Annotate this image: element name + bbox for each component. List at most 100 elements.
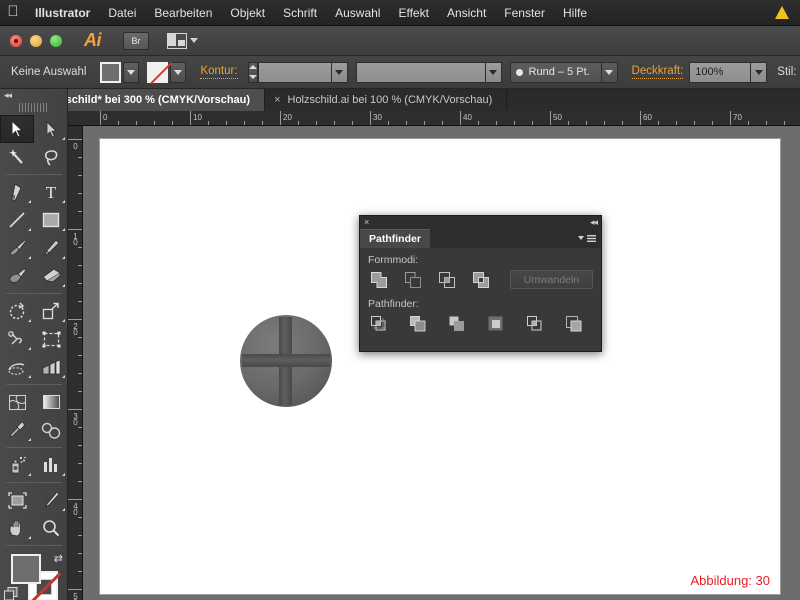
intersect-button[interactable]	[436, 270, 458, 289]
lasso-tool[interactable]	[34, 143, 68, 171]
maximize-window-button[interactable]	[50, 34, 62, 47]
ruler-label: 60	[643, 113, 652, 122]
stepper-down-icon[interactable]	[248, 74, 257, 79]
mesh-tool[interactable]	[0, 388, 34, 416]
panel-menu-button[interactable]	[578, 229, 601, 248]
bridge-button[interactable]: Br	[123, 31, 149, 50]
deckkraft-label[interactable]: Deckkraft:	[631, 65, 684, 79]
apple-logo-icon[interactable]: 	[0, 4, 26, 21]
minimize-window-button[interactable]	[30, 34, 42, 47]
ruler-minor-tick	[694, 121, 695, 125]
rectangle-tool[interactable]	[34, 206, 68, 234]
selection-tool[interactable]	[0, 115, 34, 143]
type-tool[interactable]: T	[34, 178, 68, 206]
zoom-tool[interactable]	[34, 514, 68, 542]
toolbox-grip[interactable]	[18, 103, 49, 112]
blend-tool[interactable]	[34, 416, 68, 444]
stroke-weight-stepper[interactable]	[247, 61, 258, 83]
stroke-swatch-none[interactable]	[147, 61, 169, 83]
arrange-documents-button[interactable]	[167, 32, 198, 49]
stroke-profile-dropdown[interactable]	[485, 61, 502, 83]
menu-item-objekt[interactable]: Objekt	[221, 0, 274, 26]
kontur-label[interactable]: Kontur:	[200, 65, 238, 79]
fill-swatch[interactable]	[100, 61, 122, 83]
collapse-panel-icon[interactable]: ◂◂	[590, 217, 598, 228]
brush-definition-field[interactable]: Rund – 5 Pt.	[509, 61, 602, 83]
toolbox-collapse-button[interactable]: ◂◂	[0, 89, 67, 102]
menu-item-ansicht[interactable]: Ansicht	[438, 0, 495, 26]
column-graph-tool[interactable]	[34, 451, 68, 479]
divide-button[interactable]	[368, 314, 390, 333]
line-segment-tool[interactable]	[0, 206, 34, 234]
hand-tool[interactable]	[0, 514, 34, 542]
default-fill-stroke-icon[interactable]	[4, 587, 18, 600]
tab-pathfinder[interactable]: Pathfinder	[360, 229, 430, 248]
gradient-tool[interactable]	[34, 388, 68, 416]
stroke-control[interactable]	[147, 61, 187, 83]
direct-selection-tool[interactable]	[34, 115, 68, 143]
width-tool[interactable]	[0, 325, 34, 353]
eraser-tool[interactable]	[34, 262, 68, 290]
unite-button[interactable]	[368, 270, 390, 289]
pen-tool[interactable]	[0, 178, 34, 206]
menu-item-effekt[interactable]: Effekt	[389, 0, 437, 26]
swap-fill-stroke-icon[interactable]: ⇄	[54, 552, 63, 565]
fill-dropdown-button[interactable]	[123, 61, 140, 83]
vertical-ruler[interactable]: 0 10 20 30 40 50	[68, 126, 83, 600]
menu-item-hilfe[interactable]: Hilfe	[554, 0, 596, 26]
canvas-area[interactable]: 01020304050607080 01020304050	[68, 111, 800, 600]
ruler-minor-tick	[78, 463, 82, 464]
document-tab-holzschild-100[interactable]: × Holzschild.ai bei 100 % (CMYK/Vorschau…	[265, 89, 508, 111]
brush-definition-dropdown[interactable]	[601, 61, 618, 83]
paintbrush-tool[interactable]	[0, 234, 34, 262]
artboard-tool[interactable]	[0, 486, 34, 514]
outline-button[interactable]	[524, 314, 546, 333]
opacity-dropdown[interactable]	[751, 61, 768, 83]
minus-front-button[interactable]	[402, 270, 424, 289]
close-icon[interactable]: ×	[364, 218, 369, 227]
shape-builder-tool[interactable]	[0, 353, 34, 381]
fill-control[interactable]	[100, 61, 140, 83]
stroke-weight-dropdown[interactable]	[331, 61, 348, 83]
menu-item-bearbeiten[interactable]: Bearbeiten	[145, 0, 221, 26]
pencil-tool[interactable]	[34, 234, 68, 262]
pathfinder-panel[interactable]: × ◂◂ Pathfinder Formmodi: Umwandeln Path…	[359, 215, 602, 352]
pathfinder-title-bar[interactable]: × ◂◂	[360, 216, 601, 229]
ruler-minor-tick	[586, 121, 587, 125]
trim-button[interactable]	[407, 314, 429, 333]
menu-item-illustrator[interactable]: Illustrator	[26, 0, 99, 26]
artboard[interactable]: Abbildung: 30	[100, 139, 780, 594]
ruler-minor-tick	[604, 121, 605, 125]
free-transform-tool[interactable]	[34, 325, 68, 353]
chevron-down-icon	[605, 69, 614, 75]
menu-item-datei[interactable]: Datei	[99, 0, 145, 26]
symbol-sprayer-tool[interactable]	[0, 451, 34, 479]
crop-button[interactable]	[485, 314, 507, 333]
stepper-up-icon[interactable]	[248, 65, 257, 70]
rotate-tool[interactable]	[0, 297, 34, 325]
opacity-field[interactable]: 100%	[689, 61, 752, 83]
perspective-grid-tool[interactable]	[34, 353, 68, 381]
menu-item-fenster[interactable]: Fenster	[495, 0, 554, 26]
expand-button[interactable]: Umwandeln	[510, 270, 593, 289]
exclude-button[interactable]	[470, 270, 492, 289]
slice-tool[interactable]	[34, 486, 68, 514]
menu-item-auswahl[interactable]: Auswahl	[326, 0, 389, 26]
close-window-button[interactable]	[10, 34, 22, 47]
stil-label: Stil:	[777, 66, 797, 78]
warning-triangle-icon[interactable]	[774, 5, 790, 20]
merge-button[interactable]	[446, 314, 468, 333]
blob-brush-tool[interactable]	[0, 262, 34, 290]
stroke-weight-field[interactable]	[257, 61, 332, 83]
scale-tool[interactable]	[34, 297, 68, 325]
eyedropper-tool[interactable]	[0, 416, 34, 444]
screw-head-circle-object[interactable]	[238, 313, 334, 409]
magic-wand-tool[interactable]	[0, 143, 34, 171]
minus-back-button[interactable]	[563, 314, 585, 333]
close-icon[interactable]: ×	[274, 94, 280, 106]
stroke-profile-field[interactable]	[355, 61, 486, 83]
stroke-dropdown-button[interactable]	[170, 61, 187, 83]
fill-color-swatch[interactable]	[11, 554, 41, 584]
menu-item-schrift[interactable]: Schrift	[274, 0, 326, 26]
horizontal-ruler[interactable]: 01020304050607080	[68, 111, 800, 126]
